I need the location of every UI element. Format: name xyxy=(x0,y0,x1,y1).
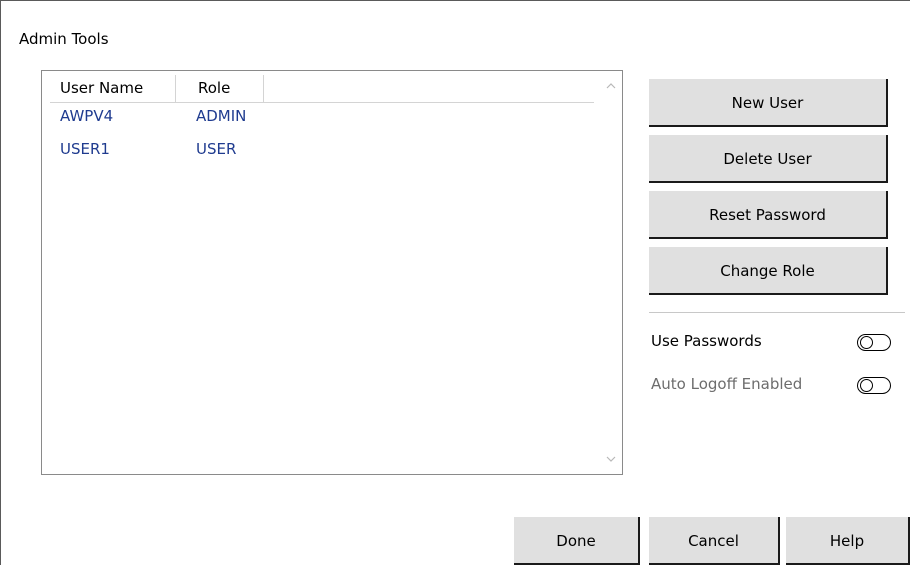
user-name-cell: AWPV4 xyxy=(60,107,114,125)
user-list-rows: AWPV4 ADMIN USER1 USER xyxy=(60,107,296,173)
user-list-header: User Name Role xyxy=(50,75,594,103)
auto-logoff-label: Auto Logoff Enabled xyxy=(651,375,803,393)
column-header-empty xyxy=(264,75,594,102)
new-user-button[interactable]: New User xyxy=(649,79,888,127)
table-row[interactable]: AWPV4 ADMIN xyxy=(60,107,296,140)
dialog-title: Admin Tools xyxy=(19,30,109,48)
change-role-button[interactable]: Change Role xyxy=(649,247,888,295)
role-cell: USER xyxy=(196,140,237,158)
toggle-knob-icon xyxy=(860,379,873,392)
auto-logoff-toggle[interactable] xyxy=(857,377,891,394)
divider xyxy=(649,312,905,313)
role-cell: ADMIN xyxy=(196,107,247,125)
scroll-down-icon[interactable] xyxy=(604,452,618,466)
scroll-up-icon[interactable] xyxy=(604,79,618,93)
toggle-knob-icon xyxy=(860,336,873,349)
user-list[interactable]: User Name Role AWPV4 ADMIN USER1 USER xyxy=(41,70,623,475)
help-button[interactable]: Help xyxy=(786,517,910,565)
reset-password-button[interactable]: Reset Password xyxy=(649,191,888,239)
cancel-button[interactable]: Cancel xyxy=(649,517,780,565)
user-name-cell: USER1 xyxy=(60,140,110,158)
use-passwords-toggle[interactable] xyxy=(857,334,891,351)
column-header-role[interactable]: Role xyxy=(176,75,264,102)
column-header-user-name[interactable]: User Name xyxy=(50,75,176,102)
done-button[interactable]: Done xyxy=(514,517,640,565)
delete-user-button[interactable]: Delete User xyxy=(649,135,888,183)
table-row[interactable]: USER1 USER xyxy=(60,140,296,173)
use-passwords-label: Use Passwords xyxy=(651,332,762,350)
vertical-scrollbar[interactable] xyxy=(600,71,622,474)
